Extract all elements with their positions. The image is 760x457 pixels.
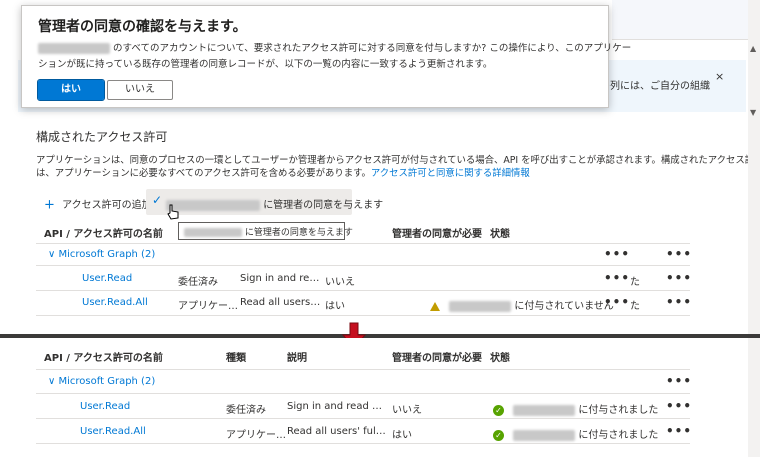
group-label: Microsoft Graph (2) bbox=[58, 376, 156, 387]
banner-text: の列には、ご自分の組織 bbox=[600, 81, 710, 92]
status-not-granted: に付与されていません bbox=[430, 297, 614, 312]
tooltip: に管理者の同意を与えます bbox=[178, 222, 353, 240]
more-icon[interactable]: ••• bbox=[604, 295, 630, 309]
more-icon[interactable]: ••• bbox=[666, 247, 692, 261]
dialog-message: のすべてのアカウントについて、要求されたアクセス許可に対する同意を付与しますか?… bbox=[38, 40, 631, 54]
column-header-name[interactable]: API / アクセス許可の名前 bbox=[44, 225, 163, 240]
more-icon[interactable]: ••• bbox=[666, 399, 692, 413]
group-label: Microsoft Graph (2) bbox=[58, 249, 156, 260]
section-description-2: は、アプリケーションに必要なすべてのアクセス許可を含める必要があります。アクセス… bbox=[36, 165, 530, 179]
add-permission-button[interactable]: + アクセス許可の追加 bbox=[44, 196, 152, 213]
permission-description: Sign in and re… bbox=[240, 273, 320, 284]
tenant-name-redacted bbox=[184, 228, 242, 237]
column-header-status[interactable]: 状態 bbox=[490, 225, 510, 240]
permission-name-link[interactable]: User.Read.All bbox=[80, 426, 146, 437]
permission-type: アプリケー… bbox=[178, 301, 238, 312]
permission-type: 委任済み bbox=[226, 405, 266, 416]
more-icon[interactable]: ••• bbox=[604, 271, 630, 285]
check-circle-icon: ✓ bbox=[493, 404, 504, 416]
section-title: 構成されたアクセス許可 bbox=[36, 130, 168, 144]
column-header-status[interactable]: 状態 bbox=[490, 349, 510, 364]
more-icon[interactable]: ••• bbox=[666, 295, 692, 309]
admin-consent-required: はい bbox=[325, 301, 345, 312]
tenant-name-redacted bbox=[38, 43, 110, 54]
admin-consent-required: いいえ bbox=[392, 405, 422, 416]
cut-text: た bbox=[630, 277, 640, 288]
permission-type: アプリケー… bbox=[226, 430, 286, 441]
admin-consent-required: いいえ bbox=[325, 277, 355, 288]
permission-name-link[interactable]: User.Read.All bbox=[82, 297, 148, 308]
scroll-up-icon[interactable]: ▲ bbox=[750, 44, 756, 53]
more-icon[interactable]: ••• bbox=[604, 247, 630, 261]
check-icon: ✓ bbox=[152, 193, 163, 207]
permission-description: Read all users' ful… bbox=[287, 426, 386, 437]
more-icon[interactable]: ••• bbox=[666, 374, 692, 388]
dialog-message-2: ションが既に持っている既存の管理者の同意レコードが、以下の一覧の内容に一致するよ… bbox=[38, 59, 493, 70]
warning-icon bbox=[430, 301, 440, 311]
grant-label: に管理者の同意を与えます bbox=[263, 200, 384, 211]
permission-type: 委任済み bbox=[178, 277, 218, 288]
permission-description: Sign in and read … bbox=[287, 401, 382, 412]
description-text: は、アプリケーションに必要なすべてのアクセス許可を含める必要があります。 bbox=[36, 168, 371, 179]
dialog-title: 管理者の同意の確認を与えます。 bbox=[38, 19, 247, 35]
bottom-panel: API / アクセス許可の名前 種類 説明 管理者の同意が必要 状態 ∨ Mic… bbox=[0, 338, 760, 457]
status-granted: ✓ に付与されました bbox=[493, 426, 658, 441]
yes-button[interactable]: はい bbox=[37, 79, 105, 101]
scrollbar[interactable] bbox=[748, 338, 760, 457]
permission-description: Read all users… bbox=[240, 297, 321, 308]
tenant-name-redacted bbox=[166, 199, 260, 211]
tenant-name-redacted bbox=[513, 404, 576, 416]
more-icon[interactable]: ••• bbox=[666, 424, 692, 438]
chevron-down-icon: ∨ bbox=[48, 376, 56, 387]
column-header-admin-consent[interactable]: 管理者の同意が必要 bbox=[392, 349, 482, 364]
tenant-name-redacted bbox=[449, 300, 512, 312]
status-granted: ✓ に付与されました bbox=[493, 401, 658, 416]
top-bar bbox=[612, 0, 748, 40]
cursor-hand-icon bbox=[167, 204, 179, 220]
scroll-down-icon[interactable]: ▼ bbox=[750, 108, 756, 117]
cut-text: た bbox=[630, 301, 640, 312]
column-header-description[interactable]: 説明 bbox=[287, 349, 307, 364]
grant-admin-consent-button[interactable]: ✓ に管理者の同意を与えます bbox=[146, 189, 383, 220]
column-header-name[interactable]: API / アクセス許可の名前 bbox=[44, 349, 163, 364]
add-permission-label: アクセス許可の追加 bbox=[62, 200, 152, 211]
tooltip-text: に管理者の同意を与えます bbox=[244, 228, 353, 238]
section-description: アプリケーションは、同意のプロセスの一環としてユーザーか管理者からアクセス許可が… bbox=[36, 155, 760, 166]
top-panel: の列には、ご自分の組織 × 構成されたアクセス許可 アプリケーションは、同意のプ… bbox=[0, 0, 760, 334]
check-circle-icon: ✓ bbox=[493, 429, 504, 441]
learn-more-link[interactable]: アクセス許可と同意に関する詳細情報 bbox=[371, 168, 530, 179]
chevron-down-icon: ∨ bbox=[48, 249, 56, 260]
admin-consent-required: はい bbox=[392, 430, 412, 441]
more-icon[interactable]: ••• bbox=[666, 271, 692, 285]
plus-icon: + bbox=[44, 197, 55, 213]
group-row-microsoft-graph[interactable]: ∨ Microsoft Graph (2) bbox=[48, 376, 155, 387]
tenant-name-redacted bbox=[513, 429, 576, 441]
column-header-admin-consent[interactable]: 管理者の同意が必要 bbox=[392, 225, 482, 240]
close-icon[interactable]: × bbox=[715, 70, 724, 83]
consent-dialog: 管理者の同意の確認を与えます。 のすべてのアカウントについて、要求されたアクセス… bbox=[21, 5, 631, 108]
no-button[interactable]: いいえ bbox=[107, 80, 173, 100]
column-header-type[interactable]: 種類 bbox=[226, 349, 246, 364]
permission-name-link[interactable]: User.Read bbox=[82, 273, 132, 284]
group-row-microsoft-graph[interactable]: ∨ Microsoft Graph (2) bbox=[48, 249, 155, 260]
permission-name-link[interactable]: User.Read bbox=[80, 401, 130, 412]
